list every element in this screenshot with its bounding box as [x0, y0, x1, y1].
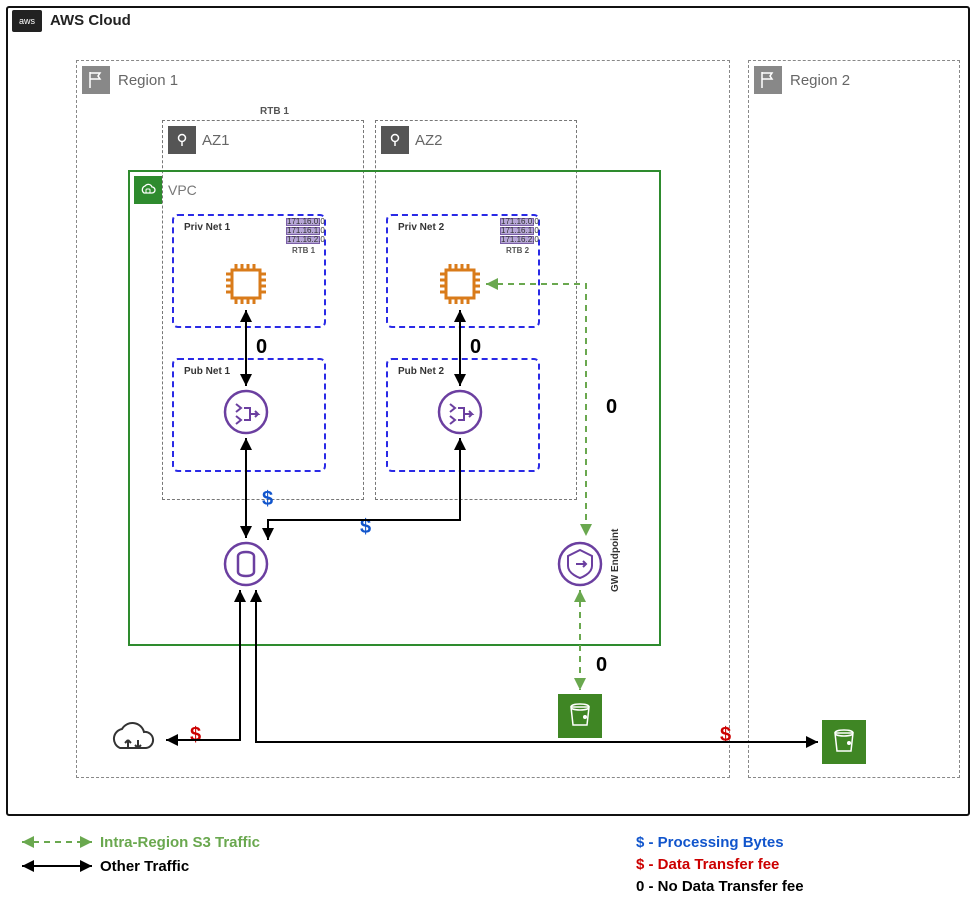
- cidr-line: 171.16.1.0: [286, 227, 320, 235]
- dollar-label: $: [262, 488, 273, 511]
- region2-flag-icon: [754, 66, 782, 94]
- region2-box: [748, 60, 960, 778]
- vpc-cloud-icon: [134, 176, 162, 204]
- az1-pin-icon: [168, 126, 196, 154]
- region2-title: Region 2: [790, 72, 850, 89]
- region1-title: Region 1: [118, 72, 178, 89]
- dollar-label: $: [720, 724, 731, 747]
- privnet1-title: Priv Net 1: [184, 222, 230, 233]
- cidr-line: 171.16.1.0: [500, 227, 534, 235]
- pubnet1-title: Pub Net 1: [184, 366, 230, 377]
- internet-gateway-icon: [222, 540, 270, 588]
- aws-cloud-title: AWS Cloud: [50, 12, 131, 29]
- ec2-instance-icon: [222, 260, 270, 308]
- az1-title: AZ1: [202, 132, 230, 149]
- privnet2-cidr-icon: 171.16.0.0 171.16.1.0 171.16.2.0: [500, 218, 534, 242]
- pubnet2-title: Pub Net 2: [398, 366, 444, 377]
- privnet2-rtb: RTB 2: [506, 246, 529, 255]
- az2-title: AZ2: [415, 132, 443, 149]
- nat-gateway-icon: [222, 388, 270, 436]
- privnet2-title: Priv Net 2: [398, 222, 444, 233]
- privnet1-cidr-icon: 171.16.0.0 171.16.1.0 171.16.2.0: [286, 218, 320, 242]
- aws-logo-icon: aws: [12, 10, 42, 32]
- diagram-canvas: aws AWS Cloud Region 1 Region 2 RTB 1 AZ…: [0, 0, 977, 914]
- legend-other: Other Traffic: [100, 858, 189, 875]
- zero-label: 0: [596, 654, 607, 677]
- privnet1-rtb: RTB 1: [292, 246, 315, 255]
- vpc-title: VPC: [168, 182, 197, 198]
- dollar-label: $: [190, 724, 201, 747]
- gateway-endpoint-icon: [556, 540, 604, 588]
- dollar-label: $: [360, 516, 371, 539]
- legend-processing: $ - Processing Bytes: [636, 834, 784, 851]
- cidr-line: 171.16.2.0: [500, 236, 534, 244]
- internet-cloud-icon: [106, 716, 162, 760]
- legend-intra: Intra-Region S3 Traffic: [100, 834, 260, 851]
- region1-flag-icon: [82, 66, 110, 94]
- s3-bucket-icon: [558, 694, 602, 738]
- rtb1-top-label: RTB 1: [260, 106, 289, 117]
- az2-pin-icon: [381, 126, 409, 154]
- legend-transfer-fee: $ - Data Transfer fee: [636, 856, 779, 873]
- zero-label: 0: [470, 336, 481, 359]
- legend-no-fee: 0 - No Data Transfer fee: [636, 878, 804, 895]
- zero-label: 0: [606, 396, 617, 419]
- cidr-line: 171.16.2.0: [286, 236, 320, 244]
- ec2-instance-icon: [436, 260, 484, 308]
- cidr-line: 171.16.0.0: [500, 218, 534, 226]
- nat-gateway-icon: [436, 388, 484, 436]
- s3-bucket-icon: [822, 720, 866, 764]
- gw-endpoint-label: GW Endpoint: [610, 529, 621, 592]
- zero-label: 0: [256, 336, 267, 359]
- cidr-line: 171.16.0.0: [286, 218, 320, 226]
